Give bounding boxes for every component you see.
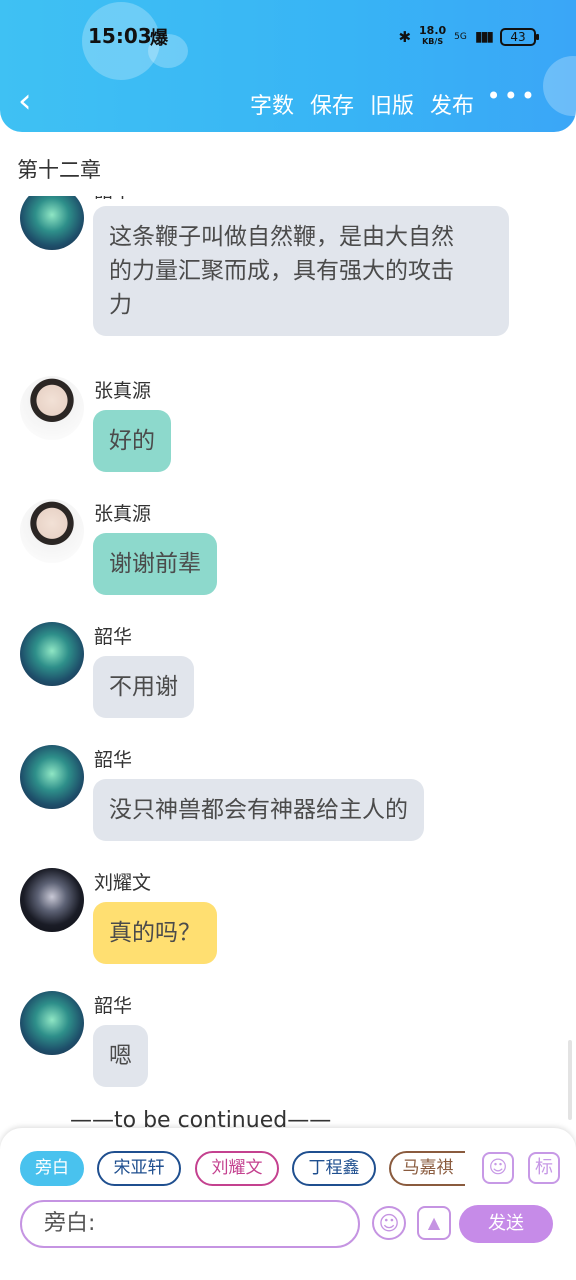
message-bubble[interactable]: 真的吗？ xyxy=(93,902,217,964)
message-bubble[interactable]: 没只神兽都会有神器给主人的 xyxy=(93,779,424,841)
avatar[interactable] xyxy=(20,868,84,932)
message-bubble[interactable]: 这条鞭子叫做自然鞭，是由大自然 的力量汇聚而成，具有强大的攻击 力 xyxy=(93,206,509,336)
input-panel: 旁白 宋亚轩 刘耀文 丁程鑫 马嘉祺 ☺ 标 旁白: ☺ ▲ 发送 xyxy=(0,1128,576,1280)
sender-name: 韶华 xyxy=(94,995,133,1017)
notification-icon: 爆 xyxy=(150,28,168,49)
tag-button[interactable]: 标 xyxy=(528,1152,560,1184)
publish-button[interactable]: 发布 xyxy=(430,88,474,120)
avatar[interactable] xyxy=(20,499,84,563)
message-input[interactable]: 旁白: xyxy=(20,1200,360,1248)
chat-feed[interactable]: 韶华 这条鞭子叫做自然鞭，是由大自然 的力量汇聚而成，具有强大的攻击 力 张真源… xyxy=(0,196,576,1131)
word-count-button[interactable]: 字数 xyxy=(250,88,294,120)
status-time: 15:03 xyxy=(88,24,152,48)
sender-name: 韶华 xyxy=(94,196,132,203)
network-type: 5G xyxy=(454,31,467,42)
net-speed: 18.0 KB/S xyxy=(419,24,447,46)
chapter-title: 第十二章 xyxy=(17,158,101,182)
battery-indicator: 43 xyxy=(500,27,539,46)
message-bubble[interactable]: 不用谢 xyxy=(93,656,194,718)
smile-icon[interactable]: ☺ xyxy=(372,1206,406,1240)
status-right: ✱ 18.0 KB/S 5G ▮▮▮ 43 xyxy=(398,24,539,47)
avatar[interactable] xyxy=(20,376,84,440)
send-button[interactable]: 发送 xyxy=(459,1205,553,1243)
old-version-button[interactable]: 旧版 xyxy=(370,88,414,120)
bluetooth-icon: ✱ xyxy=(398,27,412,46)
sender-name: 韶华 xyxy=(94,626,133,648)
top-header: 15:03 爆 ✱ 18.0 KB/S 5G ▮▮▮ 43 ‹ 字数 保存 旧版… xyxy=(0,0,576,132)
message-bubble[interactable]: 好的 xyxy=(93,410,171,472)
more-dots-icon[interactable]: ••• xyxy=(487,82,538,110)
scrollbar[interactable] xyxy=(568,1040,572,1120)
person-icon[interactable]: ☺ xyxy=(482,1152,514,1184)
nav-menu: 字数 保存 旧版 发布 xyxy=(250,88,474,120)
image-icon[interactable]: ▲ xyxy=(417,1206,451,1240)
sender-name: 张真源 xyxy=(94,503,152,525)
avatar[interactable] xyxy=(20,991,84,1055)
nav-bar: ‹ 字数 保存 旧版 发布 ••• xyxy=(0,80,576,124)
status-bar: 15:03 爆 ✱ 18.0 KB/S 5G ▮▮▮ 43 xyxy=(0,22,576,52)
save-button[interactable]: 保存 xyxy=(310,88,354,120)
message-bubble[interactable]: 谢谢前辈 xyxy=(93,533,217,595)
role-chip-narrator[interactable]: 旁白 xyxy=(20,1151,84,1186)
role-chip[interactable]: 马嘉祺 xyxy=(389,1151,465,1186)
sender-name: 张真源 xyxy=(94,380,152,402)
signal-icon: ▮▮▮ xyxy=(474,28,494,45)
sender-name: 刘耀文 xyxy=(94,872,152,894)
avatar[interactable] xyxy=(20,745,84,809)
avatar[interactable] xyxy=(20,622,84,686)
role-chip[interactable]: 宋亚轩 xyxy=(97,1151,181,1186)
sender-name: 韶华 xyxy=(94,749,133,771)
role-chip[interactable]: 丁程鑫 xyxy=(292,1151,376,1186)
message-bubble[interactable]: 嗯 xyxy=(93,1025,148,1087)
avatar[interactable] xyxy=(20,196,84,250)
role-chip[interactable]: 刘耀文 xyxy=(195,1151,279,1186)
chevron-left-icon[interactable]: ‹ xyxy=(18,84,32,118)
